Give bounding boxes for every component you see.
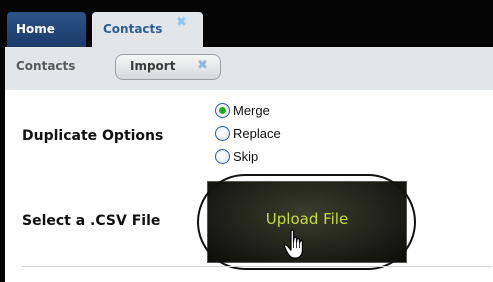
- subnav-import-label: Import: [130, 59, 176, 73]
- radio-button[interactable]: [215, 126, 230, 141]
- window-left-border: [0, 90, 5, 282]
- radio-label: Merge: [233, 103, 270, 118]
- close-icon[interactable]: ✖: [176, 15, 187, 30]
- section-divider: [22, 266, 492, 267]
- radio-label: Skip: [233, 149, 259, 164]
- radio-button[interactable]: [215, 149, 230, 164]
- close-icon[interactable]: ✖: [197, 58, 208, 73]
- upload-file-label: Upload File: [265, 210, 349, 228]
- radio-button[interactable]: [215, 103, 230, 118]
- duplicate-options-label: Duplicate Options: [22, 128, 164, 144]
- tab-contacts-label: Contacts: [103, 22, 163, 36]
- tab-contacts[interactable]: Contacts ✖: [92, 12, 203, 47]
- select-csv-label: Select a .CSV File: [22, 213, 161, 229]
- subnav-import-tab[interactable]: Import ✖: [115, 54, 221, 80]
- tab-home[interactable]: Home: [7, 12, 86, 47]
- import-contacts-window: Home Contacts ✖ Contacts Import ✖ Duplic…: [0, 0, 493, 282]
- sub-navigation-bar: Contacts Import ✖: [0, 47, 493, 90]
- subnav-contacts-link[interactable]: Contacts: [16, 59, 75, 73]
- upload-file-button[interactable]: Upload File: [207, 181, 407, 263]
- radio-label: Replace: [233, 126, 281, 141]
- tab-home-label: Home: [16, 22, 55, 36]
- top-tab-bar: Home Contacts ✖: [0, 0, 493, 47]
